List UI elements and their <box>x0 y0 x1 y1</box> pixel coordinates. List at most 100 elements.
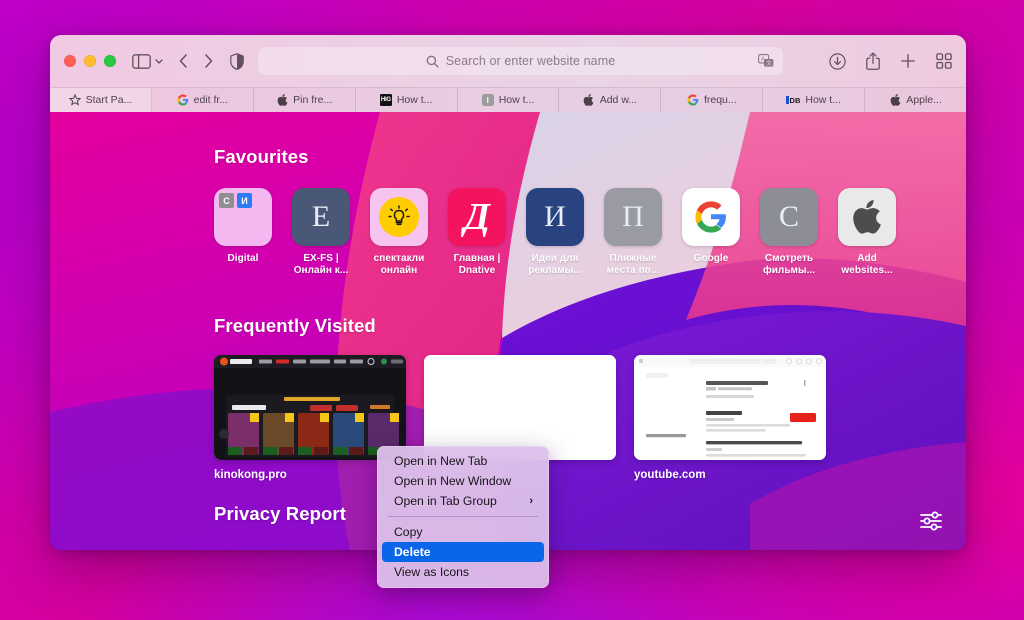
back-chevron-icon[interactable] <box>178 53 189 69</box>
favourite-tile[interactable] <box>682 188 740 246</box>
submenu-arrow-icon: › <box>529 495 533 507</box>
tab-label: Pin fre... <box>293 94 332 106</box>
context-menu-item-label: Copy <box>394 525 422 539</box>
lightbulb-icon <box>379 197 419 237</box>
tab-label: frequ... <box>704 94 737 106</box>
favourite-tile[interactable]: Д <box>448 188 506 246</box>
favourite-tile[interactable] <box>838 188 896 246</box>
share-icon[interactable] <box>866 52 880 70</box>
i-box-icon: I <box>482 94 494 106</box>
browser-tab[interactable]: Pin fre... <box>254 88 356 112</box>
tab-label: How t... <box>805 94 841 106</box>
favourite-letter: П <box>622 200 644 234</box>
favourite-letter: Е <box>312 200 330 234</box>
forward-chevron-icon[interactable] <box>203 53 214 69</box>
svg-text:文: 文 <box>766 59 772 67</box>
favourite-item[interactable]: П Пляжные места по... <box>604 188 662 277</box>
star-icon <box>69 94 81 106</box>
favourite-item[interactable]: ССмотреть фильмы... <box>760 188 818 277</box>
favourite-label: Digital <box>228 253 259 265</box>
kinokong-thumbnail <box>214 355 406 460</box>
chevron-down-icon[interactable] <box>154 56 164 66</box>
customize-start-page-icon[interactable] <box>918 510 944 532</box>
browser-tab[interactable]: I How t... <box>458 88 560 112</box>
tab-label: How t... <box>499 94 535 106</box>
blank-thumbnail <box>424 355 616 460</box>
context-menu-item-label: Delete <box>394 545 431 559</box>
favourite-label: Пляжные места по... <box>604 253 662 277</box>
favourite-tile[interactable]: С <box>760 188 818 246</box>
favourites-grid: СИDigitalЕEX-FS | Онлайн к...спектакли о… <box>214 188 966 277</box>
favourites-heading: Favourites <box>214 146 966 168</box>
address-placeholder: Search or enter website name <box>446 54 616 68</box>
apple-icon <box>583 94 595 106</box>
tab-overview-icon[interactable] <box>936 53 952 69</box>
downloads-icon[interactable] <box>829 53 846 70</box>
apple-icon <box>276 94 288 106</box>
favourite-tile[interactable] <box>370 188 428 246</box>
frequently-visited-heading: Frequently Visited <box>214 315 966 337</box>
tab-label: edit fr... <box>194 94 228 106</box>
plus-icon[interactable] <box>900 53 916 69</box>
youtube-thumbnail <box>634 355 826 460</box>
address-bar[interactable]: Search or enter website name A 文 <box>258 47 783 75</box>
browser-tab[interactable]: Start Pa... <box>50 88 152 112</box>
context-menu-item[interactable]: Open in Tab Group› <box>382 491 544 511</box>
context-menu-item[interactable]: Copy <box>382 522 544 542</box>
favourite-item[interactable]: Д Главная | Dnative <box>448 188 506 277</box>
window-traffic-lights <box>64 55 116 67</box>
browser-tab[interactable]: Apple... <box>865 88 966 112</box>
favourite-tile[interactable]: И <box>526 188 584 246</box>
favourite-badge-letter: И <box>237 193 252 208</box>
favourite-label: Идеи для рекламы... <box>526 253 584 277</box>
site-thumbnail[interactable] <box>424 355 616 460</box>
context-menu-item-label: Open in New Tab <box>394 454 487 468</box>
tab-label: Add w... <box>600 94 637 106</box>
browser-tab[interactable]: frequ... <box>661 88 763 112</box>
favourite-tile[interactable]: П <box>604 188 662 246</box>
browser-tab[interactable]: Add w... <box>559 88 661 112</box>
context-menu-item[interactable]: Delete <box>382 542 544 562</box>
browser-tab[interactable]: HIGHow t... <box>356 88 458 112</box>
browser-tab[interactable]: edit fr... <box>152 88 254 112</box>
sidebar-icon[interactable] <box>132 54 151 69</box>
favourite-label: EX-FS | Онлайн к... <box>292 253 350 277</box>
zoom-window-button[interactable] <box>104 55 116 67</box>
minimize-window-button[interactable] <box>84 55 96 67</box>
favourite-letter: И <box>544 200 566 234</box>
context-menu-item[interactable]: Open in New Window <box>382 471 544 491</box>
frequently-visited-item[interactable]: youtube.com <box>634 355 826 481</box>
context-menu-item[interactable]: View as Icons <box>382 562 544 582</box>
favourite-letter: С <box>779 200 799 234</box>
favourite-item[interactable]: Add websites... <box>838 188 896 277</box>
favourite-tile[interactable]: СИ <box>214 188 272 246</box>
favourite-item[interactable]: И Идеи для рекламы... <box>526 188 584 277</box>
context-menu: Open in New Tab Open in New Window Open in… <box>377 446 549 588</box>
favourite-label: спектакли онлайн <box>370 253 428 277</box>
favourite-item[interactable]: спектакли онлайн <box>370 188 428 277</box>
favourite-item[interactable]: СИ Digital <box>214 188 272 277</box>
context-menu-item-label: View as Icons <box>394 565 469 579</box>
google-icon <box>687 94 699 106</box>
site-thumbnail[interactable] <box>214 355 406 460</box>
tab-label: Apple... <box>906 94 942 106</box>
frequently-visited-grid: kinokong.proyoutube.com <box>214 355 966 481</box>
apple-logo-icon <box>852 200 882 234</box>
site-label: youtube.com <box>634 469 826 481</box>
google-logo-icon <box>694 200 728 234</box>
favourite-item[interactable]: Е EX-FS | Онлайн к... <box>292 188 350 277</box>
search-icon <box>426 55 439 68</box>
context-menu-item[interactable]: Open in New Tab <box>382 451 544 471</box>
site-thumbnail[interactable] <box>634 355 826 460</box>
favourite-item[interactable]: Google <box>682 188 740 277</box>
close-window-button[interactable] <box>64 55 76 67</box>
browser-tab[interactable]: DBHow t... <box>763 88 865 112</box>
privacy-report-heading: Privacy Report <box>214 503 966 525</box>
context-menu-separator <box>388 516 538 517</box>
privacy-shield-icon[interactable] <box>230 53 244 70</box>
context-menu-item-label: Open in New Window <box>394 474 511 488</box>
favourite-tile[interactable]: Е <box>292 188 350 246</box>
favourite-label: Главная | Dnative <box>448 253 506 277</box>
google-icon <box>177 94 189 106</box>
translate-icon[interactable]: A 文 <box>758 54 774 68</box>
